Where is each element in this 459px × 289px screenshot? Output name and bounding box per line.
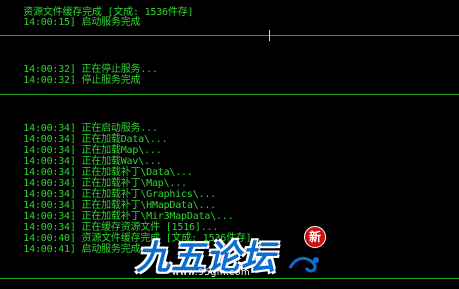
- log-line: 14:00:34] 正在加载补丁\Mir3MapData\...: [0, 200, 233, 222]
- log-line: 14:00:34] 正在加载补丁\HMapData\...: [0, 189, 216, 211]
- log-timestamp: 14:00:41]: [23, 244, 76, 255]
- log-line: 14:00:34] 正在加载Data\...: [0, 123, 167, 145]
- log-line: 14:00:41] 启动服务完成: [0, 233, 140, 255]
- server-console: 资源文件缓存完成 [文成: 1536件存] 14:00:15] 启动服务完成 1…: [0, 0, 459, 289]
- log-line: 14:00:15] 启动服务完成: [0, 6, 140, 28]
- site-watermark: 九五论坛 新 www.95gm.com: [128, 222, 328, 284]
- separator-line: [0, 94, 459, 95]
- log-line: 14:00:34] 正在加载补丁\Data\...: [0, 156, 193, 178]
- log-text: 启动服务完成: [81, 17, 141, 28]
- mouse-cursor: [269, 30, 270, 41]
- log-timestamp: 14:00:32]: [23, 75, 76, 86]
- new-badge-icon: 新: [304, 226, 326, 248]
- log-text: 停止服务完成: [81, 75, 141, 86]
- log-line: 14:00:34] 正在启动服务...: [0, 112, 158, 134]
- swirl-icon: [288, 257, 319, 273]
- watermark-url: www.95gm.com: [172, 268, 251, 278]
- log-line: 14:00:34] 正在加载补丁\Map\...: [0, 167, 187, 189]
- log-line: 14:00:34] 正在加载Map\...: [0, 134, 161, 156]
- log-line: 14:00:34] 正在加载补丁\Graphics\...: [0, 178, 216, 200]
- log-line: 14:00:32] 停止服务完成: [0, 64, 140, 86]
- log-timestamp: 14:00:15]: [23, 17, 76, 28]
- log-line: 14:00:34] 正在加载Wav\...: [0, 145, 161, 167]
- log-line: 14:00:34] 正在缓存资源文件 [1516]...: [0, 211, 218, 233]
- log-line: 14:00:32] 正在停止服务...: [0, 53, 158, 75]
- separator-line: [0, 35, 459, 36]
